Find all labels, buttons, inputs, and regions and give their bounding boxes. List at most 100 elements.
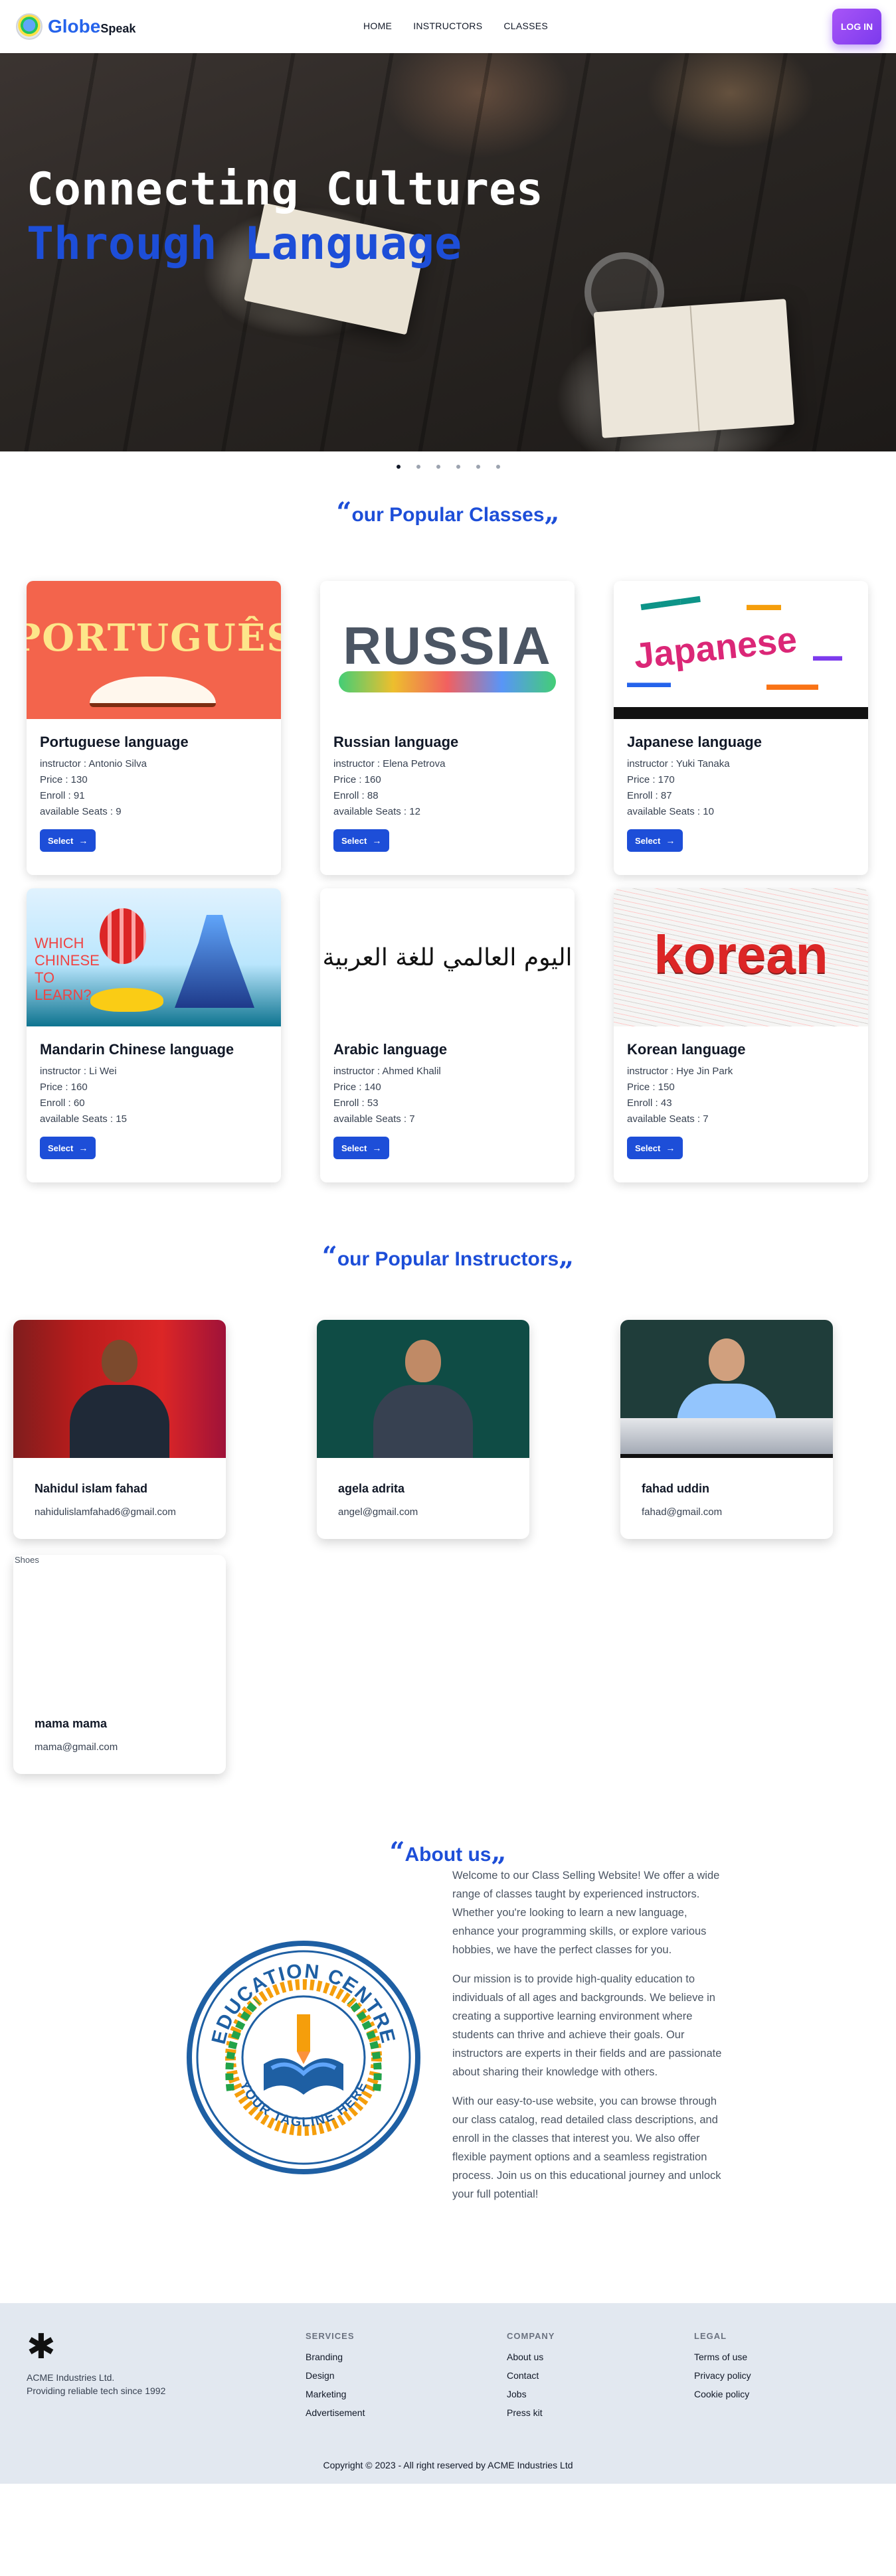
- brand[interactable]: GlobeSpeak: [16, 13, 135, 40]
- section-title-text: our Popular Classes: [351, 504, 545, 526]
- word-cloud-mark: ▬▬▬: [627, 674, 671, 690]
- class-price: Price : 130: [40, 774, 88, 785]
- class-seats: available Seats : 7: [627, 1113, 709, 1125]
- person-figure: [373, 1340, 473, 1458]
- class-instructor: instructor : Yuki Tanaka: [627, 758, 730, 769]
- section-title-text: our Popular Instructors: [337, 1248, 559, 1270]
- footer: ✱ ACME Industries Ltd. Providing reliabl…: [0, 2303, 896, 2484]
- carousel-dots: [0, 451, 896, 478]
- footer-legal-column: LEGAL Terms of use Privacy policy Cookie…: [694, 2331, 751, 2407]
- footer-link-cookie[interactable]: Cookie policy: [694, 2389, 751, 2399]
- class-name: Korean language: [627, 1041, 746, 1058]
- class-card: WHICH CHINESE TO LEARN? Mandarin Chinese…: [27, 888, 281, 1182]
- instructor-name: Nahidul islam fahad: [35, 1482, 148, 1495]
- class-seats: available Seats : 9: [40, 806, 122, 817]
- select-button[interactable]: Select →: [40, 829, 96, 852]
- footer-services-column: SERVICES Branding Design Marketing Adver…: [306, 2331, 365, 2426]
- hero-title-line2: Through Language: [27, 218, 462, 270]
- section-title-text: About us: [404, 1844, 492, 1866]
- copyright-text: Copyright © 2023 - All right reserved by…: [323, 2460, 573, 2470]
- word-cloud-mark: ▬▬: [747, 594, 781, 614]
- class-enroll: Enroll : 53: [333, 1097, 379, 1109]
- class-image-russian: RUSSIA: [320, 581, 575, 719]
- carousel-dot[interactable]: [476, 465, 480, 469]
- footer-link-jobs[interactable]: Jobs: [507, 2389, 555, 2399]
- balloon-illustration: [100, 908, 146, 964]
- login-button[interactable]: LOG IN: [832, 9, 881, 44]
- footer-link-design[interactable]: Design: [306, 2370, 365, 2381]
- class-enroll: Enroll : 91: [40, 790, 85, 801]
- select-label: Select: [635, 835, 661, 846]
- about-paragraph: Welcome to our Class Selling Website! We…: [452, 1870, 720, 1956]
- instructor-photo: [620, 1320, 833, 1458]
- instructor-card: fahad uddin fahad@gmail.com: [620, 1320, 833, 1539]
- desk-illustration: [620, 1418, 833, 1458]
- class-image-korean: korean: [614, 888, 868, 1026]
- hero-title: Connecting Cultures Through Language: [27, 163, 543, 272]
- class-enroll: Enroll : 88: [333, 790, 379, 801]
- arrow-right-icon: →: [666, 1143, 675, 1153]
- open-quote-icon: “: [336, 497, 352, 528]
- footer-link-about[interactable]: About us: [507, 2352, 555, 2362]
- select-button[interactable]: Select →: [40, 1137, 96, 1159]
- arrow-right-icon: →: [78, 1143, 88, 1153]
- select-label: Select: [341, 835, 367, 846]
- class-price: Price : 160: [333, 774, 381, 785]
- class-instructor: instructor : Hye Jin Park: [627, 1066, 733, 1077]
- select-button[interactable]: Select →: [333, 829, 390, 852]
- class-name: Japanese language: [627, 734, 762, 750]
- select-button[interactable]: Select →: [627, 829, 683, 852]
- carousel-dot[interactable]: [416, 465, 420, 469]
- footer-company-column: COMPANY About us Contact Jobs Press kit: [507, 2331, 555, 2426]
- footer-column-title: LEGAL: [694, 2331, 727, 2341]
- select-button[interactable]: Select →: [333, 1137, 390, 1159]
- footer-link-branding[interactable]: Branding: [306, 2352, 365, 2362]
- carousel-dot[interactable]: [495, 465, 500, 469]
- footer-link-marketing[interactable]: Marketing: [306, 2389, 365, 2399]
- footer-link-terms[interactable]: Terms of use: [694, 2352, 751, 2362]
- instructor-photo-broken: Shoes: [13, 1555, 226, 1693]
- nav-home-link[interactable]: HOME: [363, 21, 392, 31]
- class-image-text: WHICH CHINESE TO LEARN?: [35, 935, 100, 1003]
- nav-instructors-link[interactable]: INSTRUCTORS: [413, 21, 482, 31]
- class-card: PORTUGUÊS Portuguese language instructor…: [27, 581, 281, 875]
- class-price: Price : 170: [627, 774, 675, 785]
- globe-logo-icon: [16, 13, 43, 40]
- arrow-right-icon: →: [666, 835, 675, 846]
- class-image-portuguese: PORTUGUÊS: [27, 581, 281, 719]
- footer-company-name: ACME Industries Ltd.: [27, 2372, 115, 2383]
- footer-link-advertisement[interactable]: Advertisement: [306, 2407, 365, 2418]
- arrow-right-icon: →: [372, 835, 382, 846]
- class-image-text: Japanese: [632, 619, 799, 677]
- word-cloud-mark: ▬▬▬: [639, 584, 701, 615]
- instructor-email: nahidulislamfahad6@gmail.com: [35, 1506, 176, 1518]
- instructor-photo: [317, 1320, 529, 1458]
- class-enroll: Enroll : 43: [627, 1097, 672, 1109]
- class-name: Russian language: [333, 734, 459, 750]
- word-cloud-illustration: Japanese ▬▬▬ ▬▬ ▬▬▬ ▬▬▬ ▬▬: [614, 581, 868, 707]
- instructors-grid: Nahidul islam fahad nahidulislamfahad6@g…: [0, 1272, 896, 1774]
- class-image-japanese: Japanese ▬▬▬ ▬▬ ▬▬▬ ▬▬▬ ▬▬: [614, 581, 868, 719]
- hero-banner: Connecting Cultures Through Language: [0, 53, 896, 451]
- footer-brand: ✱ ACME Industries Ltd. Providing reliabl…: [27, 2330, 165, 2396]
- arrow-right-icon: →: [78, 835, 88, 846]
- about-paragraph: Our mission is to provide high-quality e…: [452, 1973, 722, 2078]
- class-seats: available Seats : 7: [333, 1113, 415, 1125]
- nav-classes-link[interactable]: CLASSES: [503, 21, 548, 31]
- footer-link-press-kit[interactable]: Press kit: [507, 2407, 555, 2418]
- carousel-dot[interactable]: [456, 465, 460, 469]
- class-name: Mandarin Chinese language: [40, 1041, 234, 1058]
- instructor-name: fahad uddin: [642, 1482, 709, 1495]
- carousel-dot[interactable]: [436, 465, 440, 469]
- class-card: Japanese ▬▬▬ ▬▬ ▬▬▬ ▬▬▬ ▬▬ Japanese lang…: [614, 581, 868, 875]
- footer-link-contact[interactable]: Contact: [507, 2370, 555, 2381]
- about-text: Welcome to our Class Selling Website! We…: [452, 1866, 731, 2214]
- gear-logo-icon: ✱: [27, 2328, 56, 2366]
- class-enroll: Enroll : 87: [627, 790, 672, 801]
- select-button[interactable]: Select →: [627, 1137, 683, 1159]
- footer-link-privacy[interactable]: Privacy policy: [694, 2370, 751, 2381]
- class-card: اليوم العالمي للغة العربية Arabic langua…: [320, 888, 575, 1182]
- class-seats: available Seats : 15: [40, 1113, 127, 1125]
- nav-links: HOME INSTRUCTORS CLASSES: [363, 21, 548, 31]
- carousel-dot[interactable]: [396, 465, 401, 469]
